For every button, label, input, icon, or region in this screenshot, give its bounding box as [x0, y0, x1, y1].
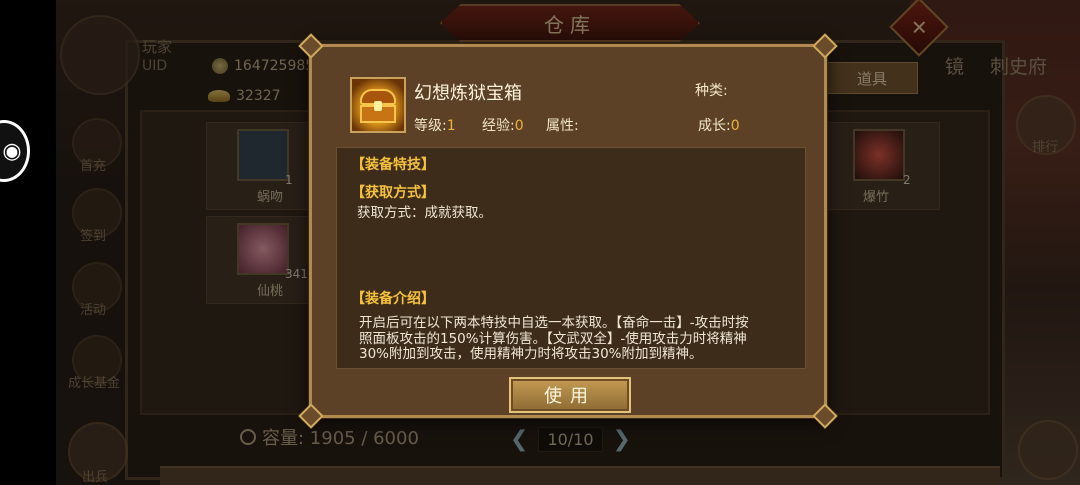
item-exp: 经验:0	[482, 118, 524, 134]
use-button[interactable]: 使用	[509, 377, 631, 413]
item-attribute-label: 属性:	[546, 118, 579, 134]
item-header: 幻想炼狱宝箱 种类: 等级:1 经验:0 属性: 成长:0	[312, 47, 824, 143]
item-description-box: 【装备特技】 【获取方式】 获取方式：成就获取。 【装备介绍】 开启后可在以下两…	[336, 147, 806, 369]
left-black-strip: ◉	[0, 0, 56, 485]
intro-text-line-1: 开启后可在以下两本特技中自选一本获取。【奋命一击】-攻击时按	[359, 315, 749, 331]
intro-text-line-3: 30%附加到攻击，使用精神力时将攻击30%附加到精神。	[359, 346, 703, 362]
intro-text-line-2: 照面板攻击的150%计算伤害。【文武双全】-使用攻击力时将精神	[359, 331, 747, 347]
item-growth-value: 0	[730, 118, 740, 134]
item-level-value: 1	[446, 118, 456, 134]
item-type-label: 种类:	[695, 83, 728, 99]
item-level: 等级:1	[414, 118, 456, 134]
treasure-chest-icon	[350, 77, 406, 133]
record-icon[interactable]: ◉	[0, 120, 30, 182]
item-growth: 成长:0	[698, 118, 740, 134]
item-exp-value: 0	[514, 118, 524, 134]
item-name: 幻想炼狱宝箱	[414, 83, 522, 104]
obtain-text: 获取方式：成就获取。	[357, 205, 492, 221]
section-title-intro: 【装备介绍】	[351, 291, 435, 307]
section-title-skill: 【装备特技】	[351, 157, 435, 173]
section-title-obtain: 【获取方式】	[351, 185, 435, 201]
item-detail-modal: 幻想炼狱宝箱 种类: 等级:1 经验:0 属性: 成长:0 【装备特技】 【获取…	[298, 33, 838, 429]
